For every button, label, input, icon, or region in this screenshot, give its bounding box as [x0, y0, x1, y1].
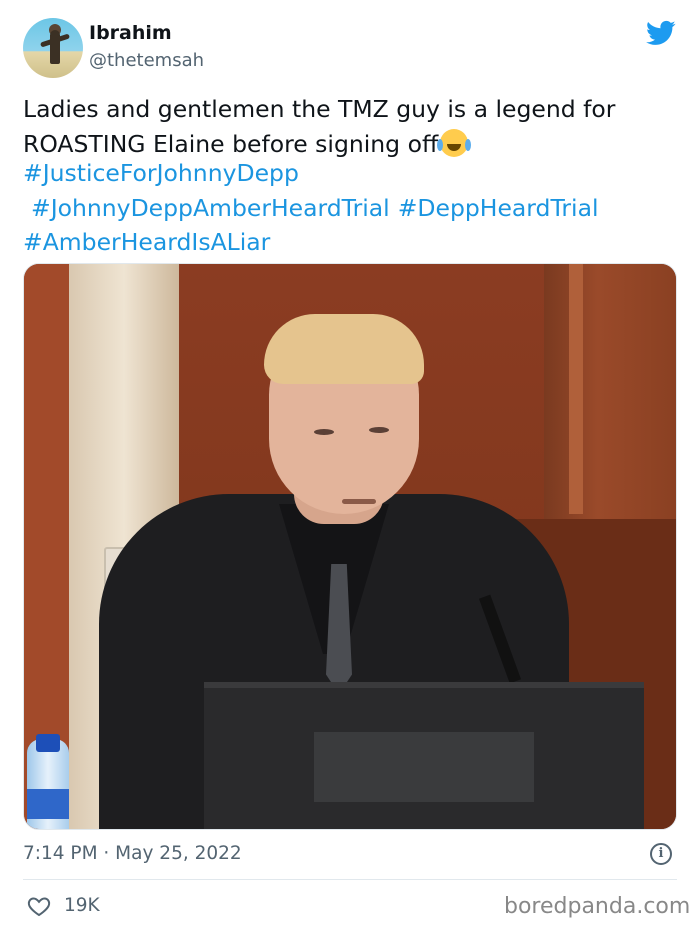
tweet-text: Ladies and gentlemen the TMZ guy is a le…: [23, 92, 683, 161]
photo-bottle-cap: [36, 734, 60, 752]
photo-person-eye: [314, 429, 334, 435]
hashtag-link[interactable]: #AmberHeardIsALiar: [23, 225, 270, 260]
hashtag-list: #JusticeForJohnnyDepp #JohnnyDeppAmberHe…: [23, 156, 683, 260]
twitter-bird-icon[interactable]: [644, 18, 678, 48]
info-icon[interactable]: i: [650, 843, 672, 865]
hashtag-link[interactable]: #DeppHeardTrial: [398, 191, 599, 226]
avatar[interactable]: [23, 18, 83, 78]
author-handle[interactable]: @thetemsah: [89, 50, 204, 71]
like-count: 19K: [64, 895, 100, 916]
photo-person-hair: [264, 314, 424, 384]
hashtag-link[interactable]: #JohnnyDeppAmberHeardTrial: [31, 191, 390, 226]
laughing-tears-emoji-icon: [437, 128, 469, 157]
photo-person-eye: [369, 427, 389, 433]
heart-icon[interactable]: [26, 894, 52, 918]
tweet-card: Ibrahim @thetemsah Ladies and gentlemen …: [0, 0, 700, 932]
avatar-figure-body: [50, 30, 60, 64]
tweet-timestamp[interactable]: 7:14 PM · May 25, 2022: [23, 843, 242, 864]
author-name[interactable]: Ibrahim: [89, 22, 172, 44]
tweet-photo[interactable]: [23, 263, 677, 830]
tweet-text-body: Ladies and gentlemen the TMZ guy is a le…: [23, 95, 616, 158]
watermark: boredpanda.com: [504, 894, 691, 919]
photo-panel-trim: [569, 264, 583, 514]
hashtag-link[interactable]: #JusticeForJohnnyDepp: [23, 156, 299, 191]
photo-bottle-label: [27, 789, 69, 819]
divider: [23, 879, 677, 880]
photo-person-mouth: [342, 499, 376, 504]
photo-monitor-screen: [314, 732, 534, 802]
